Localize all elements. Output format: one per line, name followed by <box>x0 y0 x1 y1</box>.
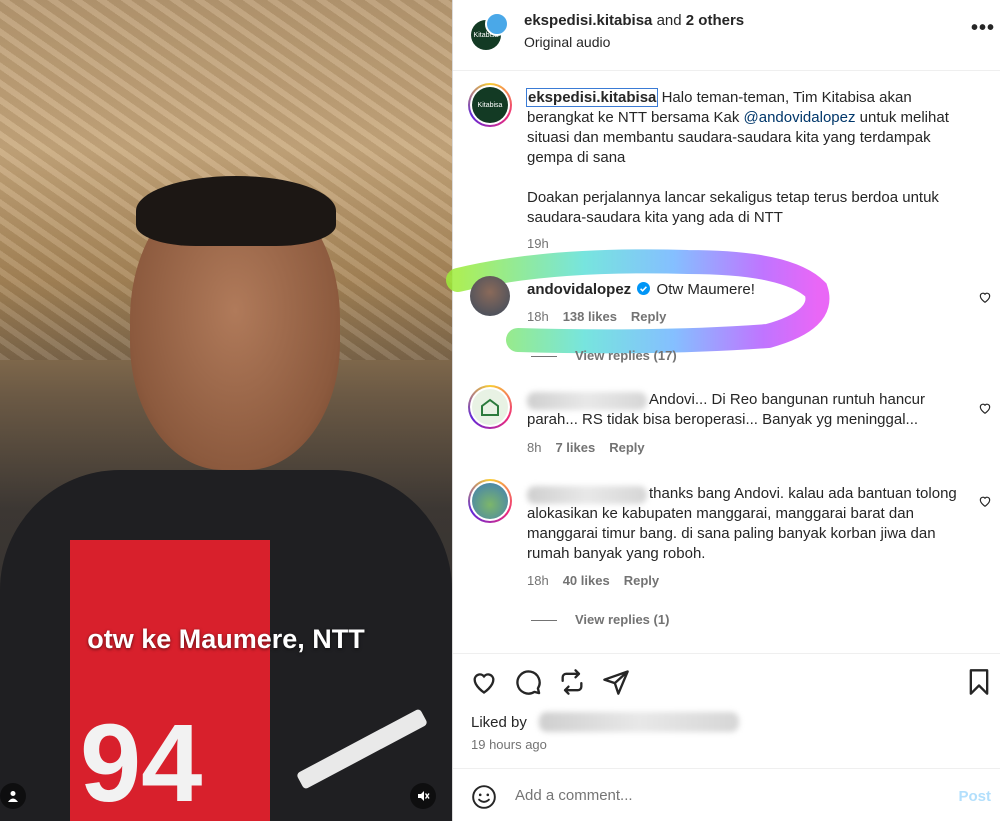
comment-bubble-icon[interactable] <box>514 668 542 696</box>
mention-link[interactable]: @andovidalopez <box>744 109 856 126</box>
comment-meta: 8h 7 likes Reply <box>527 440 645 455</box>
comment-avatar[interactable] <box>472 389 508 425</box>
comment-meta: 18h 138 likes Reply <box>527 309 667 324</box>
video-caption: otw ke Maumere, NTT <box>87 624 365 654</box>
verified-badge-icon <box>637 282 651 295</box>
view-replies-link[interactable]: View replies (17) <box>531 348 677 363</box>
muted-speaker-icon[interactable] <box>410 783 436 809</box>
comment-avatar[interactable] <box>470 276 510 316</box>
person-hair <box>136 176 336 246</box>
more-options-icon[interactable]: ••• <box>971 17 995 40</box>
post-author-avatar[interactable]: Kitabisa <box>472 87 508 123</box>
blurred-liked-by-names[interactable] <box>539 712 739 732</box>
comment-body: andovidalopez Otw Maumere! <box>527 281 755 298</box>
liked-by-text: Liked by <box>471 714 527 731</box>
emoji-icon[interactable] <box>471 784 497 810</box>
comment-meta: 18h 40 likes Reply <box>527 573 660 588</box>
post-caption: ekspedisi.kitabisa Halo teman-teman, Tim… <box>525 88 949 226</box>
like-comment-heart-icon[interactable] <box>978 401 992 415</box>
repost-icon[interactable] <box>558 668 586 696</box>
view-replies-link[interactable]: View replies (1) <box>531 612 669 627</box>
save-bookmark-icon[interactable] <box>965 668 993 696</box>
post-author-username[interactable]: ekspedisi.kitabisa <box>525 88 659 107</box>
comment-input[interactable] <box>515 787 895 804</box>
share-paper-plane-icon[interactable] <box>602 668 630 696</box>
comment-composer: Post <box>453 768 1000 822</box>
post-detail-panel: Kitabisa ekspedisi.kitabisa and 2 others… <box>446 0 1000 822</box>
header-usernames[interactable]: ekspedisi.kitabisa and 2 others <box>524 12 744 29</box>
post-header: Kitabisa ekspedisi.kitabisa and 2 others… <box>453 0 1000 71</box>
comment-body: Andovi... Di Reo bangunan runtuh hancur … <box>527 391 926 428</box>
post-timestamp[interactable]: 19 hours ago <box>471 737 547 752</box>
user-tag-icon[interactable] <box>0 783 26 809</box>
post-media-video[interactable]: 94 otw ke Maumere, NTT <box>0 0 452 821</box>
like-comment-heart-icon[interactable] <box>978 290 992 304</box>
collaborator-avatar[interactable] <box>485 12 509 36</box>
shirt-number: 94 <box>80 702 203 821</box>
like-heart-icon[interactable] <box>470 668 498 696</box>
post-comment-button[interactable]: Post <box>958 788 991 805</box>
action-bar: Liked by 19 hours ago <box>453 653 1000 769</box>
comment-username[interactable]: andovidalopez <box>527 281 631 298</box>
like-comment-heart-icon[interactable] <box>978 494 992 508</box>
comment-body: thanks bang Andovi. kalau ada bantuan to… <box>527 485 957 562</box>
comment-avatar[interactable] <box>472 483 508 519</box>
audio-label[interactable]: Original audio <box>524 34 610 50</box>
